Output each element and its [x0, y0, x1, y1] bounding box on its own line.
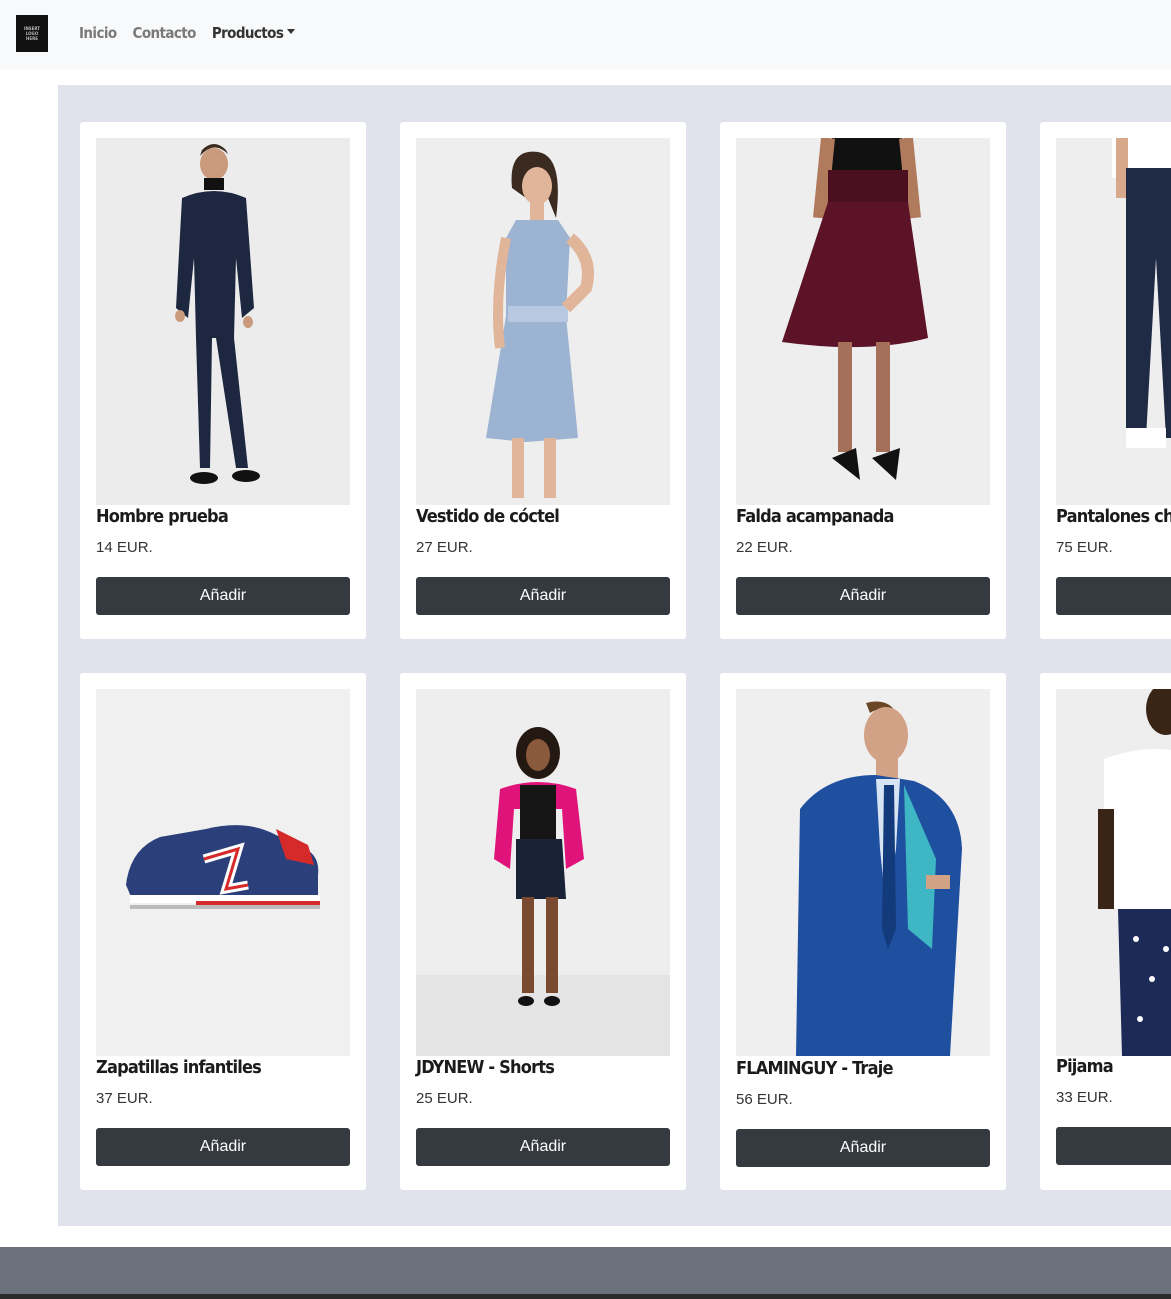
blue-dress-image[interactable]: [416, 138, 670, 505]
product-price: 37 EUR.: [96, 1090, 153, 1107]
nav-link-contacto[interactable]: Contacto: [133, 22, 197, 44]
brand-logo[interactable]: INSERT LOGO HERE: [16, 15, 48, 52]
product-name: Hombre prueba: [96, 506, 229, 527]
product-card: Zapatillas infantiles 37 EUR. Añadir: [80, 673, 366, 1190]
product-name: JDYNEW - Shorts: [416, 1057, 555, 1078]
product-price: 75 EUR.: [1056, 539, 1113, 556]
caret-down-icon: [287, 29, 296, 34]
brand-logo-text: INSERT LOGO HERE: [23, 26, 41, 41]
product-card: JDYNEW - Shorts 25 EUR. Añadir: [400, 673, 686, 1190]
product-name: Falda acampanada: [736, 506, 894, 527]
nav-dropdown-productos[interactable]: Productos: [211, 22, 296, 44]
product-price: 22 EUR.: [736, 539, 793, 556]
product-card: Vestido de cóctel 27 EUR. Añadir: [400, 122, 686, 639]
product-card: FLAMINGUY - Traje 56 EUR. Añadir: [720, 673, 1006, 1190]
add-to-cart-button[interactable]: Añadir: [416, 1128, 670, 1166]
product-price: 33 EUR.: [1056, 1089, 1113, 1106]
product-name: Pantalones ch: [1056, 506, 1171, 527]
man-navy-suit-image[interactable]: [96, 138, 350, 505]
product-card: Hombre prueba 14 EUR. Añadir: [80, 122, 366, 639]
add-to-cart-button[interactable]: Añadir: [96, 1128, 350, 1166]
shorts-outfit-image[interactable]: [416, 689, 670, 1056]
product-price: 25 EUR.: [416, 1090, 473, 1107]
nav-links: Inicio Contacto Productos: [79, 22, 311, 44]
product-price: 27 EUR.: [416, 539, 473, 556]
add-to-cart-button[interactable]: A: [1056, 577, 1171, 615]
navbar: INSERT LOGO HERE Inicio Contacto Productos: [0, 0, 1171, 69]
product-price: 56 EUR.: [736, 1091, 793, 1108]
add-to-cart-button[interactable]: A: [1056, 1127, 1171, 1165]
product-card: Pijama 33 EUR. A: [1040, 673, 1171, 1190]
nav-link-inicio[interactable]: Inicio: [79, 22, 117, 44]
nav-dropdown-label: Productos: [211, 24, 284, 42]
add-to-cart-button[interactable]: Añadir: [416, 577, 670, 615]
add-to-cart-button[interactable]: Añadir: [736, 1129, 990, 1167]
product-name: Zapatillas infantiles: [96, 1057, 262, 1078]
burgundy-skirt-image[interactable]: [736, 138, 990, 505]
product-grid: Hombre prueba 14 EUR. Añadir Vestido de …: [58, 85, 1171, 1226]
product-card: Falda acampanada 22 EUR. Añadir: [720, 122, 1006, 639]
footer-bottom-bar: [0, 1294, 1171, 1299]
add-to-cart-button[interactable]: Añadir: [736, 577, 990, 615]
product-name: Pijama: [1056, 1056, 1114, 1077]
navy-sneaker-image[interactable]: [96, 689, 350, 1056]
footer: [0, 1247, 1171, 1299]
add-to-cart-button[interactable]: Añadir: [96, 577, 350, 615]
product-card: Pantalones ch 75 EUR. A: [1040, 122, 1171, 639]
pajama-image[interactable]: [1056, 689, 1171, 1056]
product-name: FLAMINGUY - Traje: [736, 1058, 893, 1079]
product-name: Vestido de cóctel: [416, 506, 560, 527]
navy-trousers-image[interactable]: [1056, 138, 1171, 505]
product-price: 14 EUR.: [96, 539, 153, 556]
blue-suit-image[interactable]: [736, 689, 990, 1056]
